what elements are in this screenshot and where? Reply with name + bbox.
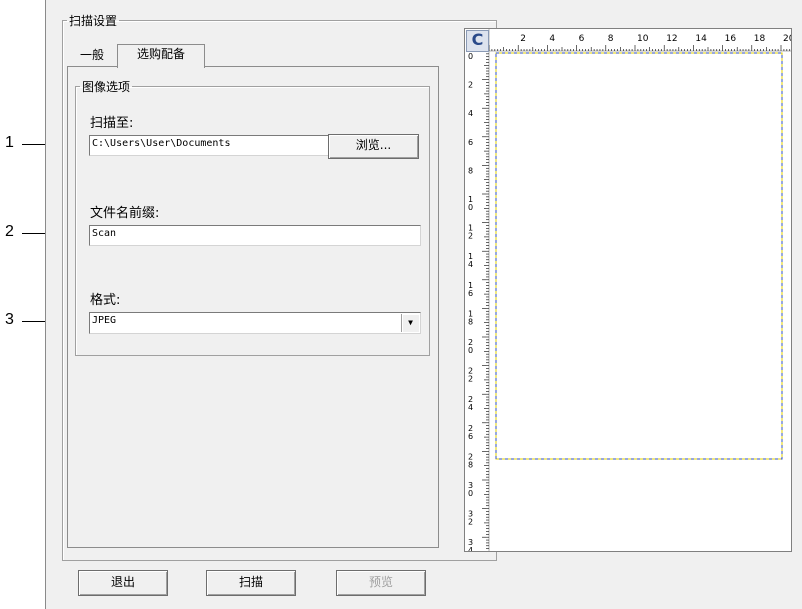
scan-settings-title: 扫描设置 (69, 14, 118, 28)
tab-options[interactable]: 选购配备 (117, 44, 205, 68)
ruler-label: 2 (520, 34, 526, 44)
ruler-label: 2 (468, 232, 473, 241)
ruler-label: 0 (468, 489, 473, 498)
exit-button[interactable]: 退出 (78, 570, 168, 596)
format-select[interactable]: JPEG ▼ (89, 312, 421, 334)
prefix-label: 文件名前缀: (90, 206, 160, 221)
ruler-label: 0 (468, 203, 473, 212)
ruler-label: 6 (468, 289, 473, 298)
ruler-label: 20 (783, 34, 791, 44)
image-options-title: 图像选项 (82, 80, 131, 94)
ruler-label: 6 (468, 432, 473, 441)
callout-1: 1 (5, 134, 14, 151)
format-value: JPEG (92, 315, 117, 326)
browse-button[interactable]: 浏览... (328, 134, 419, 159)
ruler-label: 2 (468, 81, 473, 90)
ruler-label: 14 (695, 34, 707, 44)
preview-panel[interactable]: 2468101214161820 02468101214161820222426… (464, 28, 792, 552)
callout-3: 3 (5, 311, 14, 328)
ruler-label: 4 (468, 546, 473, 551)
ruler-label: 16 (725, 34, 737, 44)
ruler-label: 4 (549, 34, 555, 44)
ruler-label: 0 (468, 52, 473, 61)
ruler-label: 6 (579, 34, 585, 44)
unit-corner-icon[interactable]: C (466, 30, 489, 52)
callout-2: 2 (5, 223, 14, 240)
scan-to-field[interactable]: C:\Users\User\Documents (89, 135, 329, 156)
ruler-label: 10 (637, 34, 649, 44)
scan-to-label: 扫描至: (90, 116, 134, 131)
preview-button[interactable]: 预览 (336, 570, 426, 596)
ruler-label: 4 (468, 403, 473, 412)
ruler-label: 6 (468, 138, 473, 147)
preview-rulers: 2468101214161820 02468101214161820222426… (465, 29, 791, 551)
ruler-label: 2 (468, 375, 473, 384)
tab-general[interactable]: 一般 (67, 46, 117, 64)
ruler-label: 12 (666, 34, 677, 44)
ruler-label: 8 (468, 166, 473, 175)
ruler-label: 8 (608, 34, 614, 44)
ruler-label: 8 (468, 317, 473, 326)
scan-button[interactable]: 扫描 (206, 570, 296, 596)
chevron-down-icon[interactable]: ▼ (401, 314, 419, 332)
prefix-field[interactable]: Scan (89, 225, 421, 246)
format-label: 格式: (90, 293, 121, 308)
ruler-label: 4 (468, 109, 473, 118)
scan-area-frame[interactable] (495, 52, 783, 460)
scan-area-marquee (495, 52, 783, 460)
ruler-label: 4 (468, 260, 473, 269)
ruler-label: 18 (754, 34, 766, 44)
ruler-label: 2 (468, 518, 473, 527)
ruler-label: 0 (468, 346, 473, 355)
ruler-label: 8 (468, 460, 473, 469)
